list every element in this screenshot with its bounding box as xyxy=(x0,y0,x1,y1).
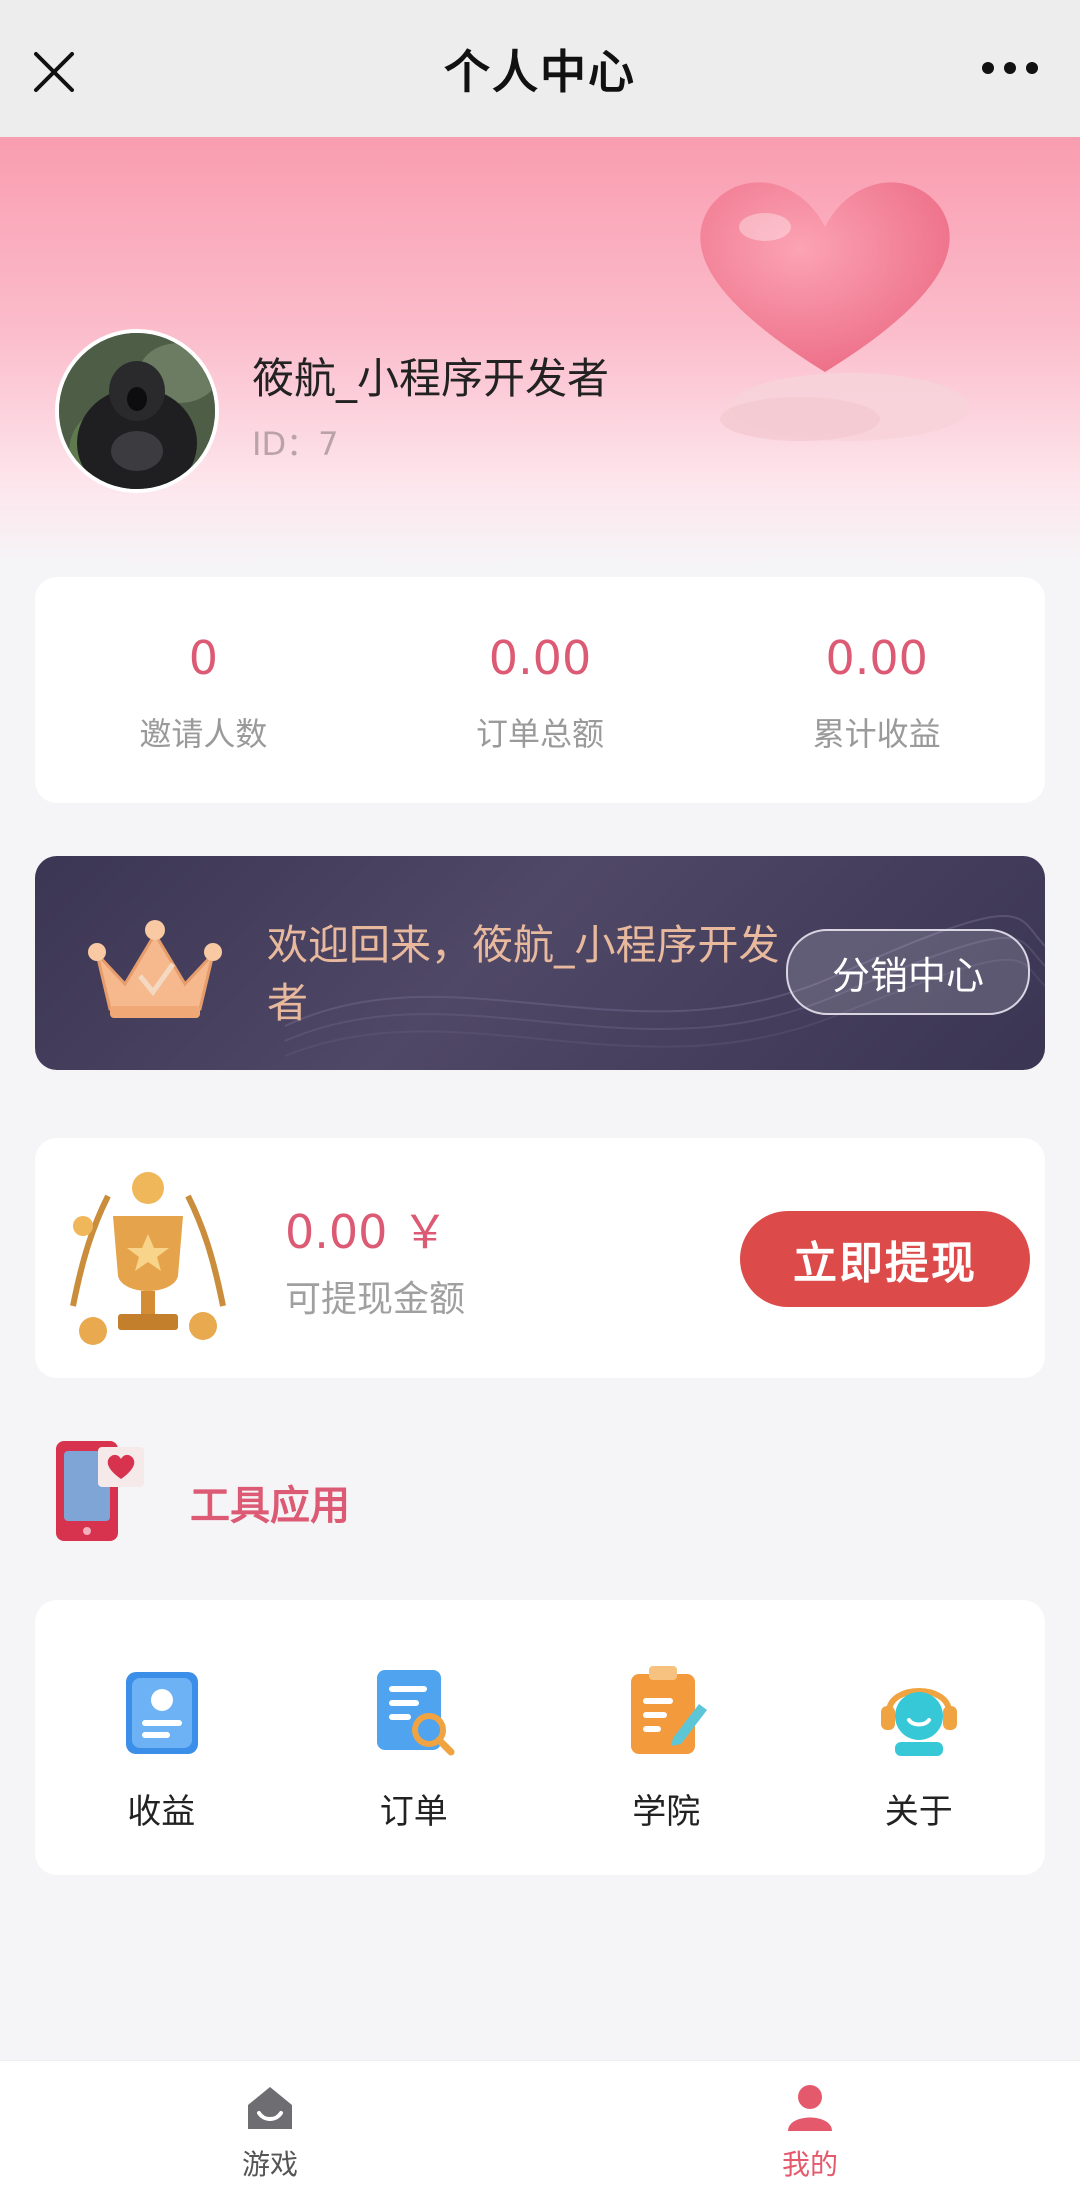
tools-grid: 收益 订单 学院 关于 xyxy=(35,1600,1045,1875)
page-title: 个人中心 xyxy=(444,44,636,99)
phone-heart-icon xyxy=(56,1441,144,1541)
username: 筱航_小程序开发者 xyxy=(252,354,610,403)
home-game-icon xyxy=(248,2087,292,2129)
tool-academy[interactable]: 学院 xyxy=(540,1600,793,1875)
stat-value: 0 xyxy=(188,631,218,685)
tool-orders[interactable]: 订单 xyxy=(288,1600,541,1875)
trophy-icon xyxy=(70,1172,226,1345)
crown-icon xyxy=(88,920,222,1018)
user-icon xyxy=(788,2085,832,2131)
stat-label: 订单总额 xyxy=(476,715,605,753)
distribution-banner: 欢迎回来，筱航_小程序开发者 分销中心 xyxy=(35,856,1045,1070)
more-dots-icon[interactable] xyxy=(982,62,1038,74)
withdrawable-amount: 0.00 ￥ xyxy=(285,1205,449,1259)
stat-label: 累计收益 xyxy=(812,715,941,753)
stat-value: 0.00 xyxy=(825,631,928,685)
welcome-text: 欢迎回来，筱航_小程序开发者 xyxy=(267,921,780,1027)
tool-label: 订单 xyxy=(379,1792,448,1832)
tab-label: 我的 xyxy=(781,2148,838,2181)
stats-card: 0 邀请人数 0.00 订单总额 0.00 累计收益 xyxy=(35,577,1045,803)
heart-in-hand-icon xyxy=(700,182,970,441)
order-search-icon xyxy=(376,1670,455,1756)
tool-label: 收益 xyxy=(127,1792,196,1832)
distribution-center-button[interactable]: 分销中心 xyxy=(786,929,1030,1015)
clipboard-icon xyxy=(631,1666,708,1754)
gorilla-avatar-image xyxy=(59,333,215,489)
avatar[interactable] xyxy=(55,329,219,493)
profile-header: 筱航_小程序开发者 ID：7 xyxy=(0,137,1080,567)
tools-title: 工具应用 xyxy=(190,1483,350,1529)
tool-earnings[interactable]: 收益 xyxy=(35,1600,288,1875)
tool-label: 学院 xyxy=(632,1792,701,1832)
tool-about[interactable]: 关于 xyxy=(793,1600,1046,1875)
user-id: ID：7 xyxy=(252,425,339,463)
stat-order-total[interactable]: 0.00 订单总额 xyxy=(372,577,709,803)
navbar: 个人中心 xyxy=(0,0,1080,137)
stat-total-earnings[interactable]: 0.00 累计收益 xyxy=(708,577,1045,803)
stat-label: 邀请人数 xyxy=(139,715,268,753)
tab-game[interactable]: 游戏 xyxy=(0,2061,540,2198)
customer-service-icon xyxy=(880,1688,957,1756)
tab-bar: 游戏 我的 xyxy=(0,2060,1080,2198)
stat-invites[interactable]: 0 邀请人数 xyxy=(35,577,372,803)
tools-section-header: 工具应用 xyxy=(50,1435,650,1555)
wallet-card: 0.00 ￥ 可提现金额 立即提现 xyxy=(35,1138,1045,1378)
withdraw-button[interactable]: 立即提现 xyxy=(740,1211,1030,1307)
earnings-icon xyxy=(126,1672,199,1754)
tab-label: 游戏 xyxy=(241,2148,298,2181)
tab-mine[interactable]: 我的 xyxy=(540,2061,1080,2198)
stat-value: 0.00 xyxy=(488,631,592,685)
close-icon[interactable] xyxy=(32,50,76,94)
withdrawable-label: 可提现金额 xyxy=(285,1279,466,1320)
tool-label: 关于 xyxy=(884,1792,953,1832)
